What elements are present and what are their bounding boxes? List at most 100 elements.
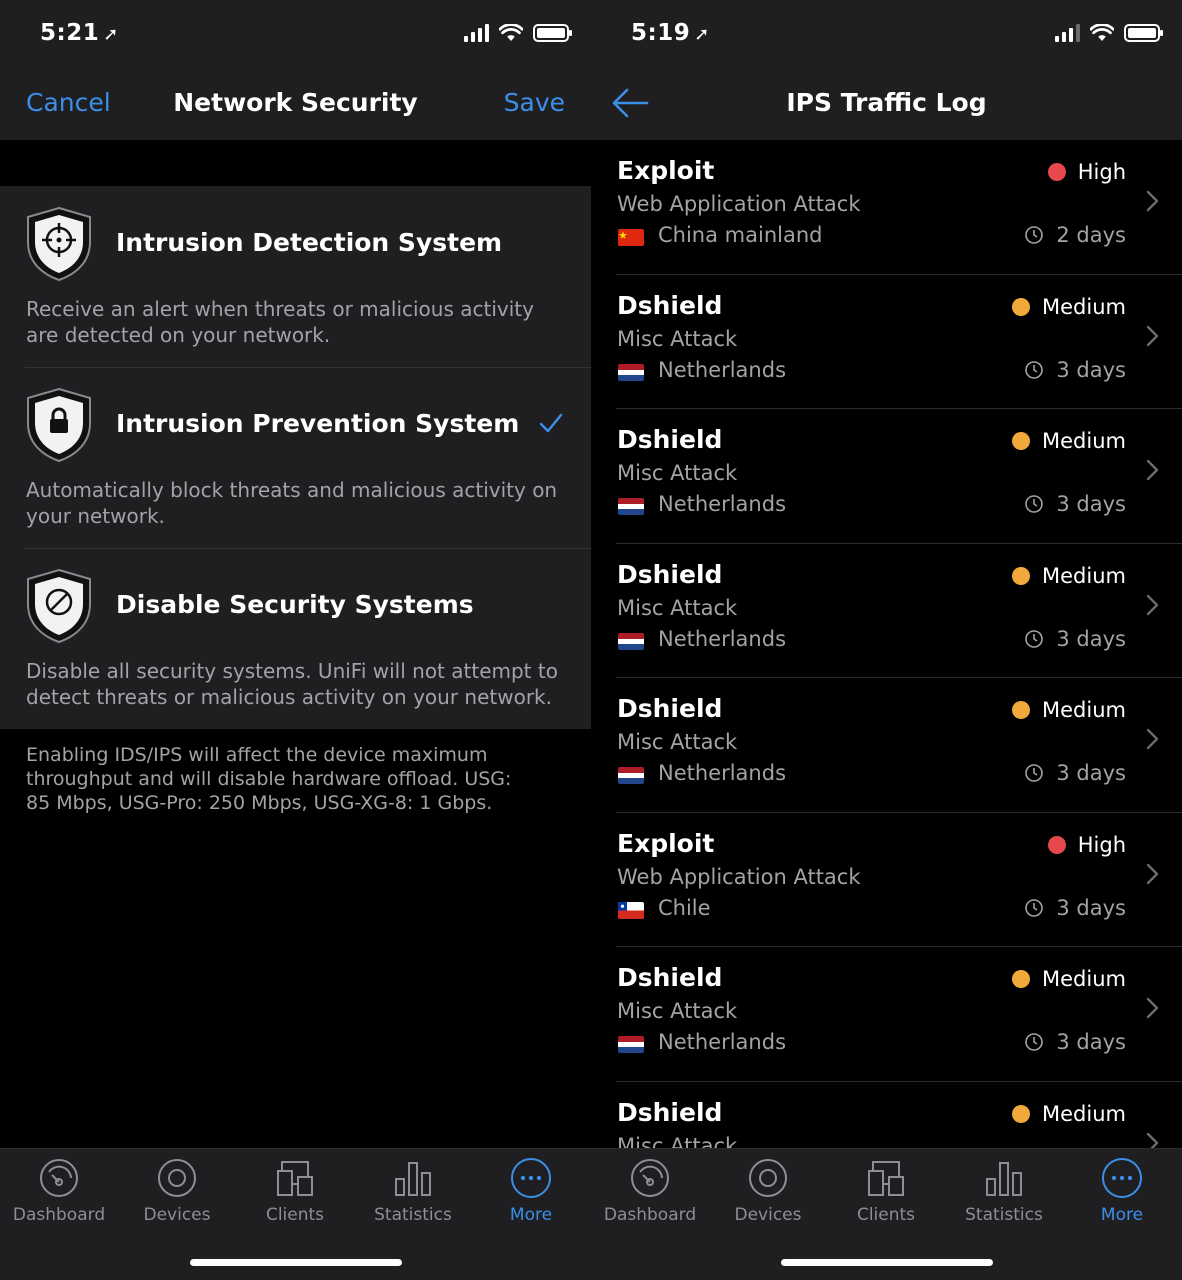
netherlands-flag-icon — [618, 767, 644, 784]
netherlands-flag-icon — [618, 363, 644, 381]
checkmark-icon — [539, 413, 563, 433]
clock-history-icon — [1025, 898, 1044, 917]
chevron-right-icon — [1146, 594, 1159, 615]
dashboard-gauge-icon — [40, 1159, 78, 1197]
home-indicator[interactable] — [781, 1259, 993, 1266]
tab-label: Clients — [265, 1205, 325, 1225]
tab-label: Dashboard — [603, 1205, 697, 1225]
tab-dashboard[interactable]: Dashboard — [591, 1157, 709, 1225]
severity-dot-icon — [1012, 297, 1031, 316]
severity-indicator: Medium — [1012, 429, 1126, 453]
log-country: Netherlands — [658, 761, 787, 785]
tab-more[interactable]: More — [1063, 1157, 1181, 1225]
log-row[interactable]: Dshield Misc Attack Netherlands Medium 3 day… — [591, 275, 1182, 410]
log-type: Exploit — [617, 156, 715, 185]
tab-label: Statistics — [374, 1205, 452, 1225]
log-row[interactable]: Exploit Web Application Attack Chile High 3 … — [591, 813, 1182, 948]
tab-devices[interactable]: Devices — [118, 1157, 236, 1225]
log-row[interactable]: Exploit Web Application Attack China mainl… — [591, 140, 1182, 275]
option-intrusion-prevention[interactable]: Intrusion Prevention System Automaticall… — [0, 367, 591, 548]
tab-more[interactable]: More — [472, 1157, 590, 1225]
log-age: 3 days — [1024, 492, 1126, 516]
tab-label: Devices — [143, 1205, 211, 1225]
log-country: Netherlands — [658, 357, 787, 382]
log-age: 2 days — [1024, 223, 1126, 247]
tab-statistics[interactable]: Statistics — [354, 1157, 472, 1225]
log-row[interactable]: Dshield Misc Attack Netherlands Medium 3 day… — [591, 678, 1182, 813]
clock-history-icon — [1025, 360, 1044, 379]
cellular-signal-icon — [464, 24, 489, 42]
severity-label: Medium — [1042, 563, 1126, 588]
tab-clients[interactable]: Clients — [827, 1157, 945, 1225]
devices-disc-icon — [158, 1159, 196, 1197]
log-type: Dshield — [617, 963, 723, 992]
log-age-label: 3 days — [1056, 492, 1126, 516]
china-flag-icon — [618, 229, 644, 246]
log-row[interactable]: Dshield Misc Attack Netherlands Medium 3 day… — [591, 947, 1182, 1082]
chevron-right-icon — [1146, 863, 1159, 884]
status-time: 5:21 ➚ — [40, 20, 119, 46]
status-icons — [464, 24, 572, 42]
severity-dot-icon — [1012, 970, 1031, 988]
log-age: 3 days — [1024, 896, 1126, 920]
clock-history-icon — [1025, 1033, 1044, 1051]
severity-dot-icon — [1047, 163, 1066, 181]
clock-history-icon — [1025, 629, 1044, 648]
network-security-screen: 5:21 ➚ Cancel Network Security Save Intr… — [0, 0, 591, 1280]
dashboard-gauge-icon — [631, 1159, 669, 1197]
tab-label: Devices — [734, 1205, 802, 1225]
clock-history-icon — [1025, 226, 1044, 244]
status-icons — [1055, 24, 1163, 42]
wifi-icon — [1090, 24, 1114, 41]
log-country: Netherlands — [658, 626, 787, 651]
tab-label: Statistics — [965, 1205, 1043, 1225]
severity-dot-icon — [1012, 432, 1031, 450]
option-description: Disable all security systems. UniFi will… — [26, 659, 558, 709]
page-title: IPS Traffic Log — [786, 88, 987, 117]
netherlands-flag-icon — [618, 1036, 644, 1053]
log-age: 3 days — [1024, 761, 1126, 785]
log-age: 3 days — [1024, 627, 1126, 651]
log-type: Dshield — [617, 559, 723, 589]
severity-label: High — [1077, 160, 1126, 184]
tab-clients[interactable]: Clients — [236, 1157, 354, 1225]
log-category: Misc Attack — [617, 999, 738, 1023]
log-age-label: 3 days — [1056, 626, 1126, 651]
tab-statistics[interactable]: Statistics — [945, 1157, 1063, 1225]
tab-label: Clients — [856, 1205, 916, 1225]
log-age: 3 days — [1024, 1030, 1126, 1054]
log-category: Misc Attack — [617, 326, 738, 351]
option-disable-security[interactable]: Disable Security Systems Disable all sec… — [0, 548, 591, 729]
battery-icon — [1124, 24, 1163, 42]
severity-dot-icon — [1012, 1104, 1031, 1123]
option-description: Receive an alert when threats or malicio… — [26, 297, 534, 347]
severity-label: Medium — [1042, 429, 1126, 453]
log-row[interactable]: Dshield Misc Attack Netherlands Medium 3 day… — [591, 409, 1182, 544]
throughput-note: Enabling IDS/IPS will affect the device … — [26, 744, 512, 814]
severity-dot-icon — [1047, 835, 1066, 854]
tab-dashboard[interactable]: Dashboard — [0, 1157, 118, 1225]
clients-screens-icon — [277, 1161, 313, 1196]
log-row[interactable]: Dshield Misc Attack Netherlands Medium 3 day… — [591, 544, 1182, 679]
home-indicator[interactable] — [190, 1259, 402, 1266]
chile-flag-icon — [618, 901, 644, 919]
severity-label: Medium — [1042, 967, 1126, 991]
option-intrusion-detection[interactable]: Intrusion Detection System Receive an al… — [0, 186, 591, 367]
tab-devices[interactable]: Devices — [709, 1157, 827, 1225]
log-category: Web Application Attack — [617, 864, 861, 889]
log-row[interactable]: Dshield Misc Attack Medium — [591, 1082, 1182, 1148]
wifi-icon — [499, 24, 523, 41]
save-button[interactable]: Save — [504, 88, 565, 117]
option-title: Intrusion Detection System — [116, 228, 503, 257]
section-spacer — [0, 140, 591, 186]
lock-shield-icon — [27, 387, 91, 463]
chevron-right-icon — [1146, 997, 1159, 1019]
severity-indicator: Medium — [1012, 295, 1126, 319]
chevron-right-icon — [1146, 325, 1159, 346]
option-description: Automatically block threats and maliciou… — [26, 478, 558, 528]
log-category: Misc Attack — [617, 730, 738, 754]
clock-history-icon — [1025, 495, 1044, 513]
tab-label: More — [1100, 1205, 1144, 1225]
log-age-label: 2 days — [1056, 223, 1126, 247]
severity-indicator: High — [1047, 833, 1126, 857]
